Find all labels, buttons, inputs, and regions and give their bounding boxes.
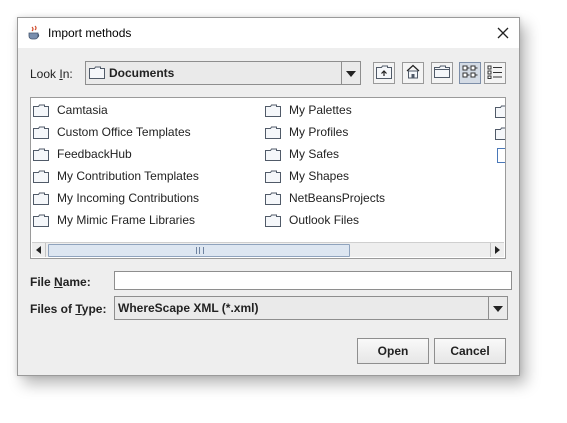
folder-item[interactable]: FeedbackHub (33, 145, 132, 163)
folder-item[interactable]: Custom Office Templates (33, 123, 191, 141)
title-bar: Import methods (18, 18, 519, 48)
folder-icon (265, 214, 285, 227)
folder-label: Camtasia (57, 103, 108, 117)
horizontal-scrollbar[interactable] (32, 242, 504, 257)
files-of-type-combobox[interactable]: WhereScape XML (*.xml) (114, 296, 508, 320)
details-view-button[interactable] (484, 62, 506, 84)
folder-label: My Incoming Contributions (57, 191, 200, 205)
open-button[interactable]: Open (357, 338, 429, 364)
window-title: Import methods (48, 26, 132, 40)
folder-icon (265, 148, 285, 161)
folder-icon (265, 104, 285, 117)
folder-icon (265, 126, 285, 139)
look-in-combobox[interactable]: Documents (85, 61, 361, 85)
folder-icon (33, 148, 53, 161)
folder-label: My Contribution Templates (57, 169, 199, 183)
folder-label: NetBeansProjects (289, 191, 386, 205)
folder-label: My Shapes (289, 169, 350, 183)
scroll-left-icon[interactable] (32, 243, 46, 257)
java-cup-icon (26, 25, 42, 41)
folder-icon (33, 170, 53, 183)
files-of-type-value: WhereScape XML (*.xml) (118, 301, 259, 315)
chevron-down-icon[interactable] (488, 297, 507, 319)
home-button[interactable] (402, 62, 424, 84)
folder-item[interactable]: My Shapes (265, 167, 349, 185)
folder-item[interactable]: My Palettes (265, 101, 352, 119)
folder-icon (495, 102, 505, 120)
up-one-level-button[interactable] (373, 62, 395, 84)
folder-item[interactable]: NetBeansProjects (265, 189, 385, 207)
folder-label: FeedbackHub (57, 147, 132, 161)
close-icon[interactable] (495, 25, 511, 41)
details-view-icon (487, 65, 503, 82)
folder-icon (265, 170, 285, 183)
look-in-value: Documents (109, 66, 175, 80)
folder-label: My Mimic Frame Libraries (57, 213, 196, 227)
folder-item[interactable]: Outlook Files (265, 211, 359, 229)
grip-icon (196, 247, 204, 254)
list-view-icon (462, 65, 478, 82)
list-view-button[interactable] (459, 62, 481, 84)
folder-item[interactable]: My Incoming Contributions (33, 189, 199, 207)
folder-item[interactable]: My Safes (265, 145, 339, 163)
folder-label: Outlook Files (289, 213, 360, 227)
files-of-type-label: Files of Type: (30, 302, 107, 316)
folder-label: My Safes (289, 147, 340, 161)
folder-item[interactable]: My Mimic Frame Libraries (33, 211, 195, 229)
cancel-button[interactable]: Cancel (434, 338, 506, 364)
scroll-right-icon[interactable] (490, 243, 504, 257)
scroll-thumb[interactable] (48, 244, 350, 257)
folder-icon (89, 66, 105, 82)
folder-item[interactable]: My Contribution Templates (33, 167, 199, 185)
folder-label: My Palettes (289, 103, 352, 117)
import-methods-dialog: Import methods Look In: Documents Camtas… (17, 17, 520, 376)
folder-icon (33, 192, 53, 205)
file-name-input[interactable] (114, 271, 512, 290)
folder-label: Custom Office Templates (57, 125, 191, 139)
folder-icon (33, 214, 53, 227)
chevron-down-icon[interactable] (341, 62, 360, 84)
home-icon (405, 64, 421, 82)
file-list[interactable]: Camtasia Custom Office Templates FeedbackH… (30, 97, 506, 259)
folder-icon (495, 124, 505, 142)
new-folder-icon (434, 65, 450, 81)
folder-item[interactable]: Camtasia (33, 101, 108, 119)
folder-icon (265, 192, 285, 205)
file-name-label: File Name: (30, 275, 91, 289)
look-in-label: Look In: (30, 67, 73, 81)
folder-icon (33, 126, 53, 139)
document-icon (497, 146, 505, 164)
new-folder-button[interactable] (431, 62, 453, 84)
folder-item[interactable]: My Profiles (265, 123, 348, 141)
folder-icon (33, 104, 53, 117)
up-one-level-icon (376, 65, 392, 82)
folder-label: My Profiles (289, 125, 349, 139)
